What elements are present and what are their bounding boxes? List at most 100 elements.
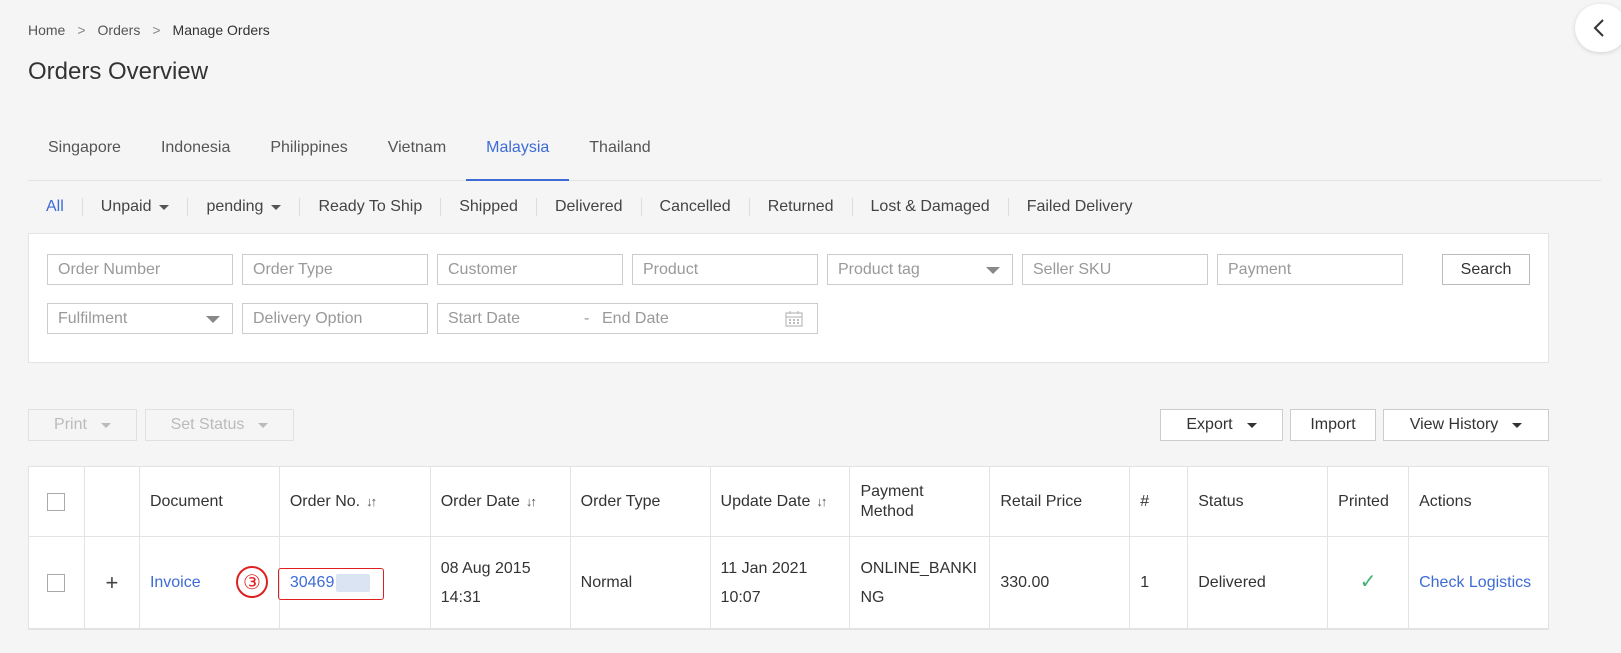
- update-date-day: 11 Jan 2021: [720, 559, 808, 577]
- header-actions: Actions: [1409, 467, 1548, 536]
- row-expand-cell: +: [85, 537, 140, 628]
- customer-field: [437, 254, 623, 285]
- checkmark-icon: ✓: [1359, 571, 1377, 593]
- customer-input[interactable]: [448, 255, 612, 285]
- sort-icon[interactable]: ↓↑: [366, 492, 377, 512]
- view-history-label: View History: [1409, 416, 1499, 433]
- breadcrumb-home[interactable]: Home: [28, 22, 65, 38]
- payment-method-text: ONLINE_BANKI: [860, 559, 977, 577]
- printed-cell: ✓: [1328, 537, 1410, 628]
- row-select-cell: [29, 537, 85, 628]
- breadcrumb-separator: >: [152, 22, 161, 38]
- header-label: Printed: [1338, 492, 1389, 510]
- status-tab-shipped[interactable]: Shipped: [441, 198, 537, 216]
- row-checkbox[interactable]: [47, 573, 65, 592]
- status-tab-pending[interactable]: pending: [188, 198, 301, 216]
- header-label: Retail Price: [1000, 492, 1083, 510]
- header-printed: Printed: [1328, 467, 1410, 536]
- delivery-option-input[interactable]: [253, 304, 417, 334]
- status-tab-failed-delivery[interactable]: Failed Delivery: [1009, 198, 1151, 216]
- header-label: Method: [860, 502, 914, 520]
- import-button[interactable]: Import: [1290, 409, 1376, 441]
- export-label: Export: [1186, 416, 1233, 433]
- page-title: Orders Overview: [28, 58, 209, 85]
- header-order-type: Order Type: [571, 467, 711, 536]
- tab-vietnam[interactable]: Vietnam: [368, 133, 466, 181]
- breadcrumb-current: Manage Orders: [172, 22, 270, 38]
- annotation-highlight-box: [277, 568, 384, 600]
- product-input[interactable]: [643, 255, 807, 285]
- order-date-time: 14:31: [440, 588, 481, 606]
- status-tab-label: Returned: [767, 198, 834, 215]
- header-label: Order No.: [289, 492, 361, 510]
- caret-down-icon: [206, 316, 220, 323]
- filter-panel: Product tag Search Fulfilment Start Date…: [28, 233, 1549, 363]
- retail-price-text: 330.00: [1000, 574, 1050, 591]
- status-tab-label: Shipped: [459, 198, 518, 215]
- check-logistics-link[interactable]: Check Logistics: [1419, 568, 1531, 597]
- delivery-option-field: [242, 303, 428, 334]
- status-tab-unpaid[interactable]: Unpaid: [83, 198, 189, 216]
- collapse-panel-button[interactable]: [1575, 4, 1621, 52]
- order-type-text: Normal: [580, 574, 633, 591]
- order-type-cell: Normal: [571, 537, 711, 628]
- tab-thailand[interactable]: Thailand: [569, 133, 670, 181]
- breadcrumb-orders[interactable]: Orders: [98, 22, 141, 38]
- print-button[interactable]: Print: [28, 409, 137, 441]
- status-tab-label: pending: [206, 198, 264, 215]
- caret-down-icon: [159, 204, 170, 210]
- order-type-input[interactable]: [253, 255, 417, 285]
- status-tab-label: Cancelled: [659, 198, 731, 215]
- tab-philippines[interactable]: Philippines: [250, 133, 367, 181]
- caret-down-icon: [1512, 422, 1523, 428]
- seller-sku-input[interactable]: [1033, 255, 1197, 285]
- view-history-button[interactable]: View History: [1383, 409, 1549, 441]
- calendar-icon: [785, 311, 803, 327]
- order-no-cell: 30469: [277, 537, 431, 628]
- header-label: #: [1140, 492, 1150, 510]
- product-tag-select[interactable]: Product tag: [827, 254, 1013, 285]
- header-label: Actions: [1419, 492, 1472, 510]
- status-tab-lost-damaged[interactable]: Lost & Damaged: [853, 198, 1009, 216]
- status-tab-cancelled[interactable]: Cancelled: [642, 198, 750, 216]
- header-expand-cell: [85, 467, 140, 536]
- search-button[interactable]: Search: [1442, 254, 1530, 285]
- caret-down-icon: [271, 204, 282, 210]
- retail-price-cell: 330.00: [990, 537, 1131, 628]
- header-update-date[interactable]: Update Date ↓↑: [711, 467, 851, 536]
- expand-row-icon[interactable]: +: [95, 568, 129, 597]
- payment-input[interactable]: [1228, 255, 1392, 285]
- date-range-picker[interactable]: Start Date - End Date: [437, 303, 818, 334]
- invoice-link[interactable]: Invoice: [150, 568, 201, 597]
- tab-singapore[interactable]: Singapore: [28, 133, 141, 181]
- status-tab-ready-to-ship[interactable]: Ready To Ship: [300, 198, 442, 216]
- fulfilment-select[interactable]: Fulfilment: [47, 303, 233, 334]
- set-status-button[interactable]: Set Status: [145, 409, 294, 441]
- caret-down-icon: [100, 422, 111, 428]
- status-text: Delivered: [1198, 574, 1266, 591]
- select-all-checkbox[interactable]: [47, 492, 65, 511]
- tab-malaysia[interactable]: Malaysia: [466, 133, 570, 181]
- breadcrumb: Home > Orders > Manage Orders: [28, 22, 270, 38]
- orders-table: Document Order No. ↓↑ Order Date ↓↑ Order …: [28, 466, 1549, 630]
- breadcrumb-separator: >: [77, 22, 86, 38]
- print-label: Print: [54, 416, 87, 433]
- status-tab-delivered[interactable]: Delivered: [537, 198, 642, 216]
- sort-icon[interactable]: ↓↑: [526, 492, 537, 512]
- payment-method-cell: ONLINE_BANKI NG: [850, 537, 991, 628]
- sort-icon[interactable]: ↓↑: [816, 492, 827, 512]
- status-tab-all[interactable]: All: [28, 198, 83, 216]
- status-cell: Delivered: [1188, 537, 1329, 628]
- export-button[interactable]: Export: [1160, 409, 1283, 441]
- set-status-label: Set Status: [170, 416, 245, 433]
- header-order-no[interactable]: Order No. ↓↑: [280, 467, 431, 536]
- order-number-input[interactable]: [58, 255, 222, 285]
- header-status: Status: [1188, 467, 1329, 536]
- status-tab-returned[interactable]: Returned: [750, 198, 853, 216]
- order-type-field: [242, 254, 428, 285]
- product-tag-placeholder: Product tag: [838, 261, 920, 278]
- tab-indonesia[interactable]: Indonesia: [141, 133, 250, 181]
- actions-cell: Check Logistics: [1409, 537, 1548, 628]
- order-date-cell: 08 Aug 2015 14:31: [431, 537, 571, 628]
- header-order-date[interactable]: Order Date ↓↑: [431, 467, 571, 536]
